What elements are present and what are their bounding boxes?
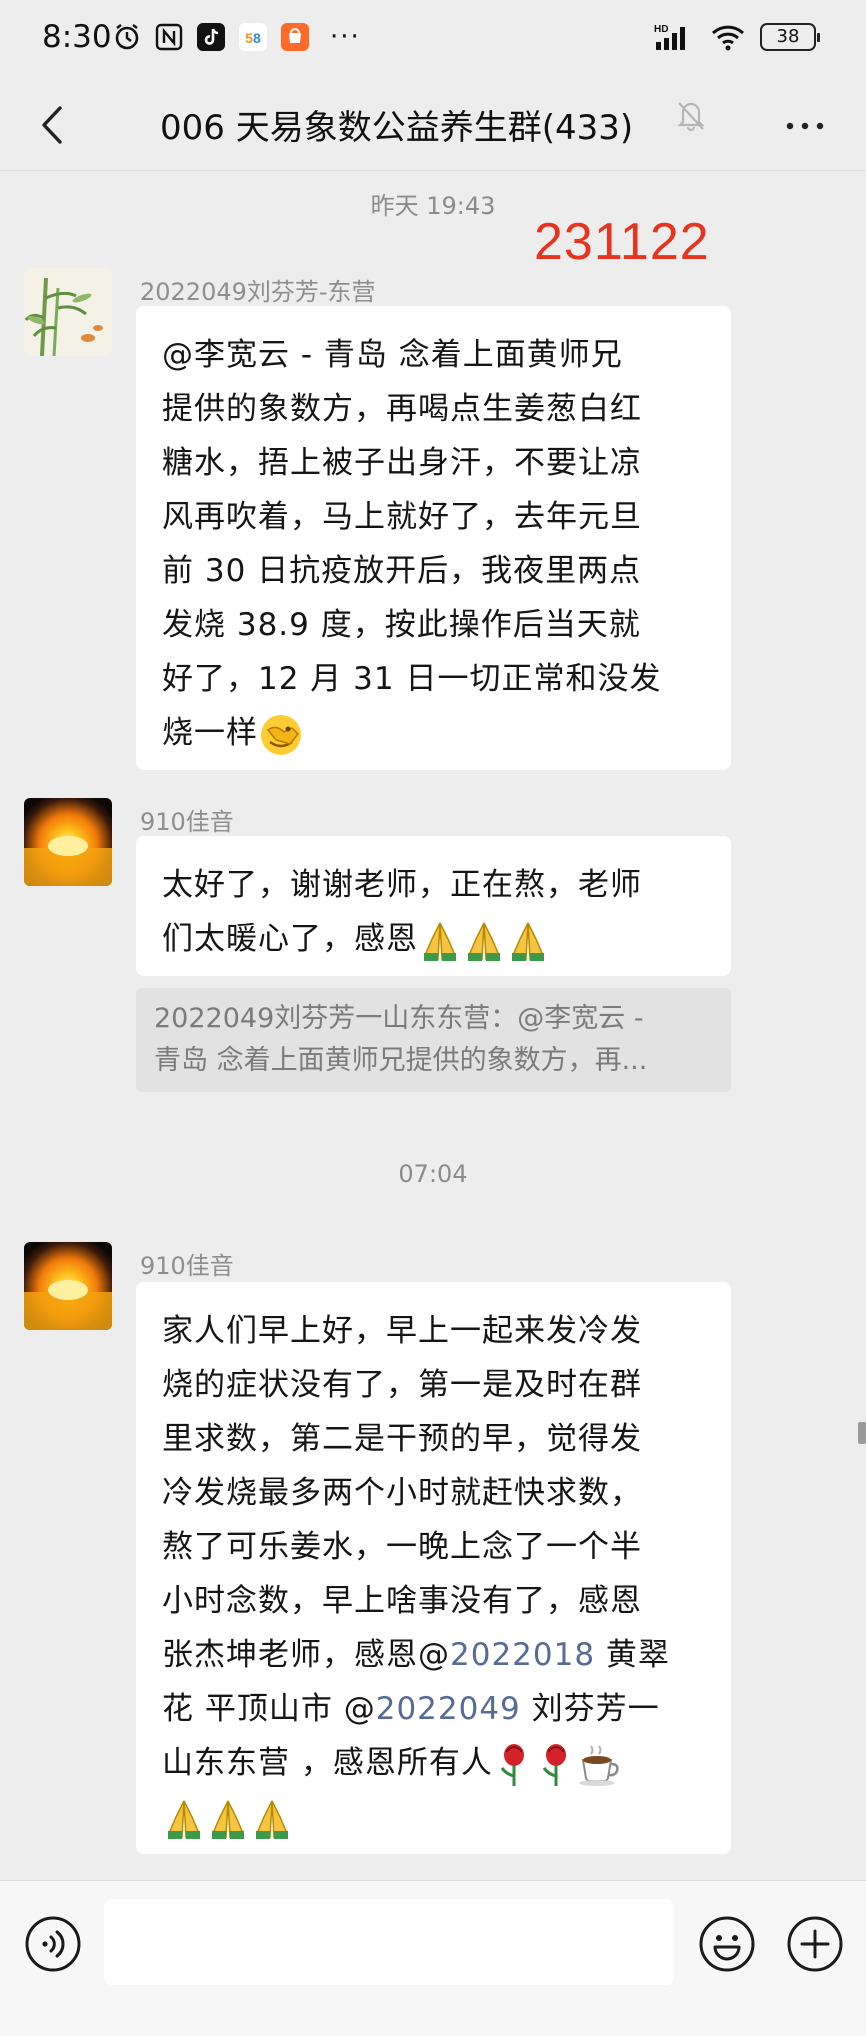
- more-notifications-icon: ···: [330, 22, 361, 52]
- facepalm-emoji-icon: [261, 714, 301, 755]
- message-timestamp: 07:04: [398, 1160, 468, 1188]
- sender-name: 910佳音: [140, 808, 234, 836]
- message-bubble[interactable]: @李宽云 - 青岛 念着上面黄师兄 提供的象数方，再喝点生姜葱白红 糖水，捂上被…: [136, 306, 731, 770]
- more-functions-button[interactable]: [786, 1915, 844, 1973]
- message-text: 黄翠: [595, 1637, 670, 1673]
- sender-name: 910佳音: [140, 1252, 234, 1280]
- quote-line: 2022049刘芬芳一山东东营：@李宽云 -: [154, 1003, 644, 1034]
- message-line: 小时念数，早上啥事没有了，感恩: [162, 1583, 642, 1619]
- message-line: 糖水，捂上被子出身汗，不要让凉: [162, 445, 642, 481]
- pray-emoji-icon: [212, 1800, 244, 1839]
- message-line: 前 30 日抗疫放开后，我夜里两点: [162, 553, 642, 589]
- rose-emoji-icon: [542, 1743, 566, 1786]
- avatar-sender-1[interactable]: [24, 268, 112, 356]
- pray-emoji-icon: [256, 1800, 288, 1839]
- quote-line: 青岛 念着上面黄师兄提供的象数方，再...: [154, 1045, 648, 1076]
- message-bubble[interactable]: 家人们早上好，早上一起来发冷发 烧的症状没有了，第一是及时在群 里求数，第二是干…: [136, 1282, 731, 1854]
- message-timestamp: 昨天 19:43: [370, 192, 496, 220]
- nfc-icon: [155, 23, 183, 51]
- sunset-avatar-image: [24, 1242, 112, 1330]
- pray-emoji-icon: [168, 1800, 200, 1839]
- message-text: 张杰坤老师，感恩@: [162, 1637, 450, 1673]
- input-bar: [0, 1880, 866, 2036]
- message-line: @李宽云 - 青岛 念着上面黄师兄: [162, 337, 623, 373]
- message-bubble[interactable]: 太好了，谢谢老师，正在熬，老师 们太暖心了，感恩: [136, 836, 731, 976]
- message-line-text: 们太暖心了，感恩: [162, 921, 418, 957]
- avatar-sender-3[interactable]: [24, 1242, 112, 1330]
- signal-icon: HD: [654, 24, 685, 50]
- message-line: 山东东营 ，感恩所有人: [162, 1736, 705, 1790]
- network-type: HD: [654, 24, 668, 35]
- message-line: 提供的象数方，再喝点生姜葱白红: [162, 391, 642, 427]
- bamboo-avatar-image: [24, 268, 112, 356]
- status-bar: 8:30 58 ··· HD 38: [0, 0, 866, 80]
- message-text: 刘芬芳一: [520, 1691, 660, 1727]
- header-divider: [0, 170, 866, 171]
- wifi-icon: [711, 25, 745, 51]
- mute-icon: [677, 102, 705, 132]
- message-text: 山东东营 ，感恩所有人: [162, 1745, 493, 1781]
- message-line: 烧的症状没有了，第一是及时在群: [162, 1367, 642, 1403]
- message-line: 熬了可乐姜水，一晚上念了一个半: [162, 1529, 642, 1565]
- emoji-picker-button[interactable]: [698, 1915, 756, 1973]
- pray-emoji-icon: [512, 922, 544, 961]
- sunset-avatar-image: [24, 798, 112, 886]
- system-icons: HD 38: [652, 22, 820, 52]
- mention-link[interactable]: 2022018: [450, 1637, 595, 1673]
- message-line: 好了，12 月 31 日一切正常和没发: [162, 661, 662, 697]
- chat-header: 006 天易象数公益养生群(433): [0, 80, 866, 172]
- message-line: 张杰坤老师，感恩@2022018 黄翠: [162, 1628, 705, 1682]
- message-line-last: 们太暖心了，感恩: [162, 912, 705, 966]
- date-stamp: 231122: [534, 213, 710, 271]
- pray-emoji-icon: [468, 922, 500, 961]
- notification-icons: 58 ···: [112, 22, 361, 52]
- quoted-message[interactable]: 2022049刘芬芳一山东东营：@李宽云 - 青岛 念着上面黄师兄提供的象数方，…: [136, 988, 731, 1092]
- app-58-icon: 58: [239, 23, 267, 51]
- message-line: 家人们早上好，早上一起来发冷发: [162, 1313, 642, 1349]
- message-line-text: 烧一样: [162, 715, 258, 751]
- pray-emoji-icon: [424, 922, 456, 961]
- sender-name: 2022049刘芬芳-东营: [140, 278, 376, 306]
- rose-emoji-icon: [500, 1743, 524, 1786]
- message-line: 风再吹着，马上就好了，去年元旦: [162, 499, 642, 535]
- more-options-button[interactable]: [780, 106, 830, 146]
- message-line: [162, 1790, 705, 1844]
- message-line-last: 烧一样: [162, 706, 705, 760]
- coffee-emoji-icon: [578, 1744, 619, 1786]
- message-line: 冷发烧最多两个小时就赶快求数，: [162, 1475, 642, 1511]
- back-button[interactable]: [28, 98, 82, 152]
- message-input[interactable]: [104, 1899, 674, 1985]
- scrollbar-thumb[interactable]: [858, 1422, 866, 1444]
- alarm-icon: [115, 24, 139, 50]
- message-line: 花 平顶山市 @2022049 刘芬芳一: [162, 1682, 705, 1736]
- message-line: 里求数，第二是干预的早，觉得发: [162, 1421, 642, 1457]
- status-time: 8:30: [42, 19, 112, 55]
- message-text: 花 平顶山市 @: [162, 1691, 376, 1727]
- message-line: 发烧 38.9 度，按此操作后当天就: [162, 607, 641, 643]
- chat-title: 006 天易象数公益养生群(433): [160, 108, 634, 148]
- battery-indicator: 38: [760, 23, 820, 51]
- mention-link[interactable]: 2022049: [376, 1691, 521, 1727]
- voice-input-button[interactable]: [24, 1915, 82, 1973]
- taobao-icon: [281, 23, 309, 51]
- tiktok-icon: [197, 23, 225, 51]
- avatar-sender-2[interactable]: [24, 798, 112, 886]
- message-line: 太好了，谢谢老师，正在熬，老师: [162, 867, 642, 903]
- svg-text:58: 58: [245, 30, 261, 46]
